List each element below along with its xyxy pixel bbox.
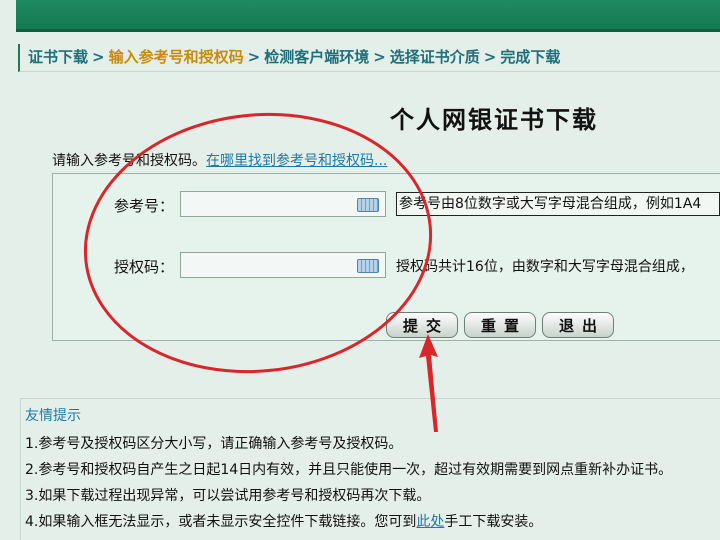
keyboard-icon[interactable] (357, 259, 379, 273)
tip-item: 1.参考号及授权码区分大小写，请正确输入参考号及授权码。 (25, 436, 403, 452)
breadcrumb-step-check-client: 检测客户端环境 (264, 48, 370, 66)
prompt-text: 请输入参考号和授权码。 (52, 153, 206, 169)
page-title: 个人网银证书下载 (390, 105, 598, 134)
ref-input[interactable] (180, 191, 386, 217)
tip-item4-text-end: 手工下载安装。 (444, 514, 543, 530)
breadcrumb-separator: > (92, 48, 105, 66)
breadcrumb-separator: > (483, 48, 497, 66)
auth-label: 授权码： (114, 258, 175, 276)
tip-item4-text: 4.如果输入框无法显示，或者未显示安全控件下载链接。您可到 (25, 514, 417, 530)
breadcrumb-step-select-media: 选择证书介质 (389, 48, 480, 66)
breadcrumb-step-cert-download[interactable]: 证书下载 (28, 48, 88, 66)
tip-item: 4.如果输入框无法显示，或者未显示安全控件下载链接。您可到此处手工下载安装。 (25, 511, 542, 531)
auth-hint: 授权码共计16位，由数字和大写字母混合组成， (396, 259, 694, 275)
manual-download-link[interactable]: 此处 (416, 514, 444, 530)
tip-item: 3.如果下载过程出现异常，可以尝试用参考号和授权码再次下载。 (25, 488, 431, 504)
top-banner (16, 0, 720, 32)
help-link[interactable]: 在哪里找到参考号和授权码... (206, 153, 387, 169)
ref-hint: 参考号由8位数字或大写字母混合组成，例如1A4 (396, 192, 720, 216)
tips-panel: 友情提示 1.参考号及授权码区分大小写，请正确输入参考号及授权码。 2.参考号和… (20, 398, 720, 540)
breadcrumb-step-enter-codes: 输入参考号和授权码 (108, 48, 244, 66)
tips-title: 友情提示 (25, 408, 81, 424)
form-prompt: 请输入参考号和授权码。在哪里找到参考号和授权码... (52, 150, 387, 170)
reset-button[interactable]: 重置 (464, 312, 536, 338)
tip-item: 2.参考号和授权码自产生之日起14日内有效，并且只能使用一次，超过有效期需要到网… (25, 462, 673, 478)
auth-input[interactable] (180, 252, 386, 278)
breadcrumb-separator: > (247, 48, 261, 66)
exit-button[interactable]: 退出 (542, 312, 614, 338)
breadcrumb-step-finish: 完成下载 (500, 48, 561, 66)
submit-button[interactable]: 提交 (386, 312, 458, 338)
ref-label: 参考号： (114, 197, 175, 215)
breadcrumb-separator: > (373, 48, 386, 66)
keyboard-icon[interactable] (357, 198, 379, 212)
breadcrumb: 证书下载 > 输入参考号和授权码 > 检测客户端环境 > 选择证书介质 > 完成下载 (18, 44, 720, 72)
